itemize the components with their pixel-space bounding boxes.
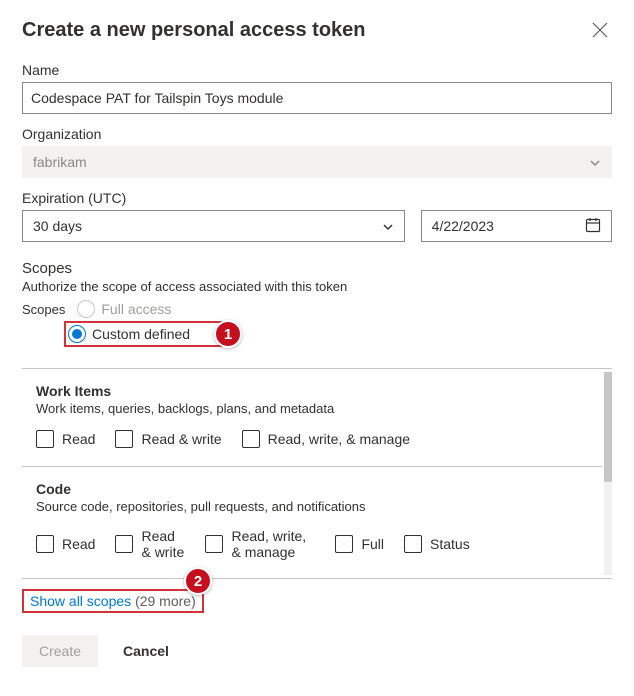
checkbox-code-readwrite[interactable] — [115, 535, 133, 553]
perm-label: Read — [62, 536, 95, 552]
expiration-date-value: 4/22/2023 — [432, 218, 494, 234]
dialog-title: Create a new personal access token — [22, 19, 366, 42]
checkbox-workitems-manage[interactable] — [242, 430, 260, 448]
name-label: Name — [22, 62, 612, 78]
organization-value: fabrikam — [33, 154, 87, 170]
show-all-scopes-link[interactable]: Show all scopes — [30, 593, 131, 609]
close-icon — [592, 22, 608, 38]
scrollbar-thumb[interactable] — [604, 372, 612, 482]
calendar-icon — [585, 217, 601, 236]
scope-group-code: Code Source code, repositories, pull req… — [22, 466, 602, 578]
scrollbar-track — [604, 372, 612, 575]
close-button[interactable] — [588, 18, 612, 42]
checkbox-workitems-readwrite[interactable] — [115, 430, 133, 448]
checkbox-code-status[interactable] — [404, 535, 422, 553]
perm-label: Read & write — [141, 528, 185, 560]
expiration-days-select[interactable]: 30 days — [22, 210, 405, 242]
scope-group-desc: Source code, repositories, pull requests… — [36, 499, 602, 514]
organization-select[interactable]: fabrikam — [22, 146, 612, 178]
scope-list: Work Items Work items, queries, backlogs… — [22, 368, 612, 579]
create-button[interactable]: Create — [22, 635, 98, 667]
radio-full-access-label: Full access — [101, 301, 171, 317]
scopes-title: Scopes — [22, 260, 612, 277]
scope-group-name: Code — [36, 481, 602, 497]
scopes-description: Authorize the scope of access associated… — [22, 279, 612, 294]
expiration-date-input[interactable]: 4/22/2023 — [421, 210, 612, 242]
radio-full-access[interactable] — [77, 300, 95, 318]
radio-custom-defined-label: Custom defined — [92, 326, 190, 342]
checkbox-code-manage[interactable] — [205, 535, 223, 553]
checkbox-code-read[interactable] — [36, 535, 54, 553]
scopes-inline-label: Scopes — [22, 302, 65, 317]
scope-group-work-items: Work Items Work items, queries, backlogs… — [22, 369, 602, 466]
scope-group-desc: Work items, queries, backlogs, plans, an… — [36, 401, 602, 416]
cancel-button[interactable]: Cancel — [106, 635, 186, 667]
expiration-label: Expiration (UTC) — [22, 190, 612, 206]
perm-label: Read, write, & manage — [268, 431, 410, 447]
annotation-badge-1: 1 — [214, 320, 242, 348]
checkbox-workitems-read[interactable] — [36, 430, 54, 448]
chevron-down-icon — [589, 156, 601, 168]
chevron-down-icon — [382, 220, 394, 232]
perm-label: Read, write, & manage — [231, 528, 315, 560]
expiration-days-value: 30 days — [33, 218, 82, 234]
perm-label: Full — [361, 536, 384, 552]
show-all-scopes-count: (29 more) — [135, 593, 196, 609]
scope-group-name: Work Items — [36, 383, 602, 399]
radio-custom-defined[interactable] — [68, 325, 86, 343]
annotation-badge-2: 2 — [184, 567, 212, 595]
organization-label: Organization — [22, 126, 612, 142]
checkbox-code-full[interactable] — [335, 535, 353, 553]
perm-label: Read & write — [141, 431, 221, 447]
name-input[interactable] — [22, 82, 612, 114]
perm-label: Status — [430, 536, 470, 552]
perm-label: Read — [62, 431, 95, 447]
